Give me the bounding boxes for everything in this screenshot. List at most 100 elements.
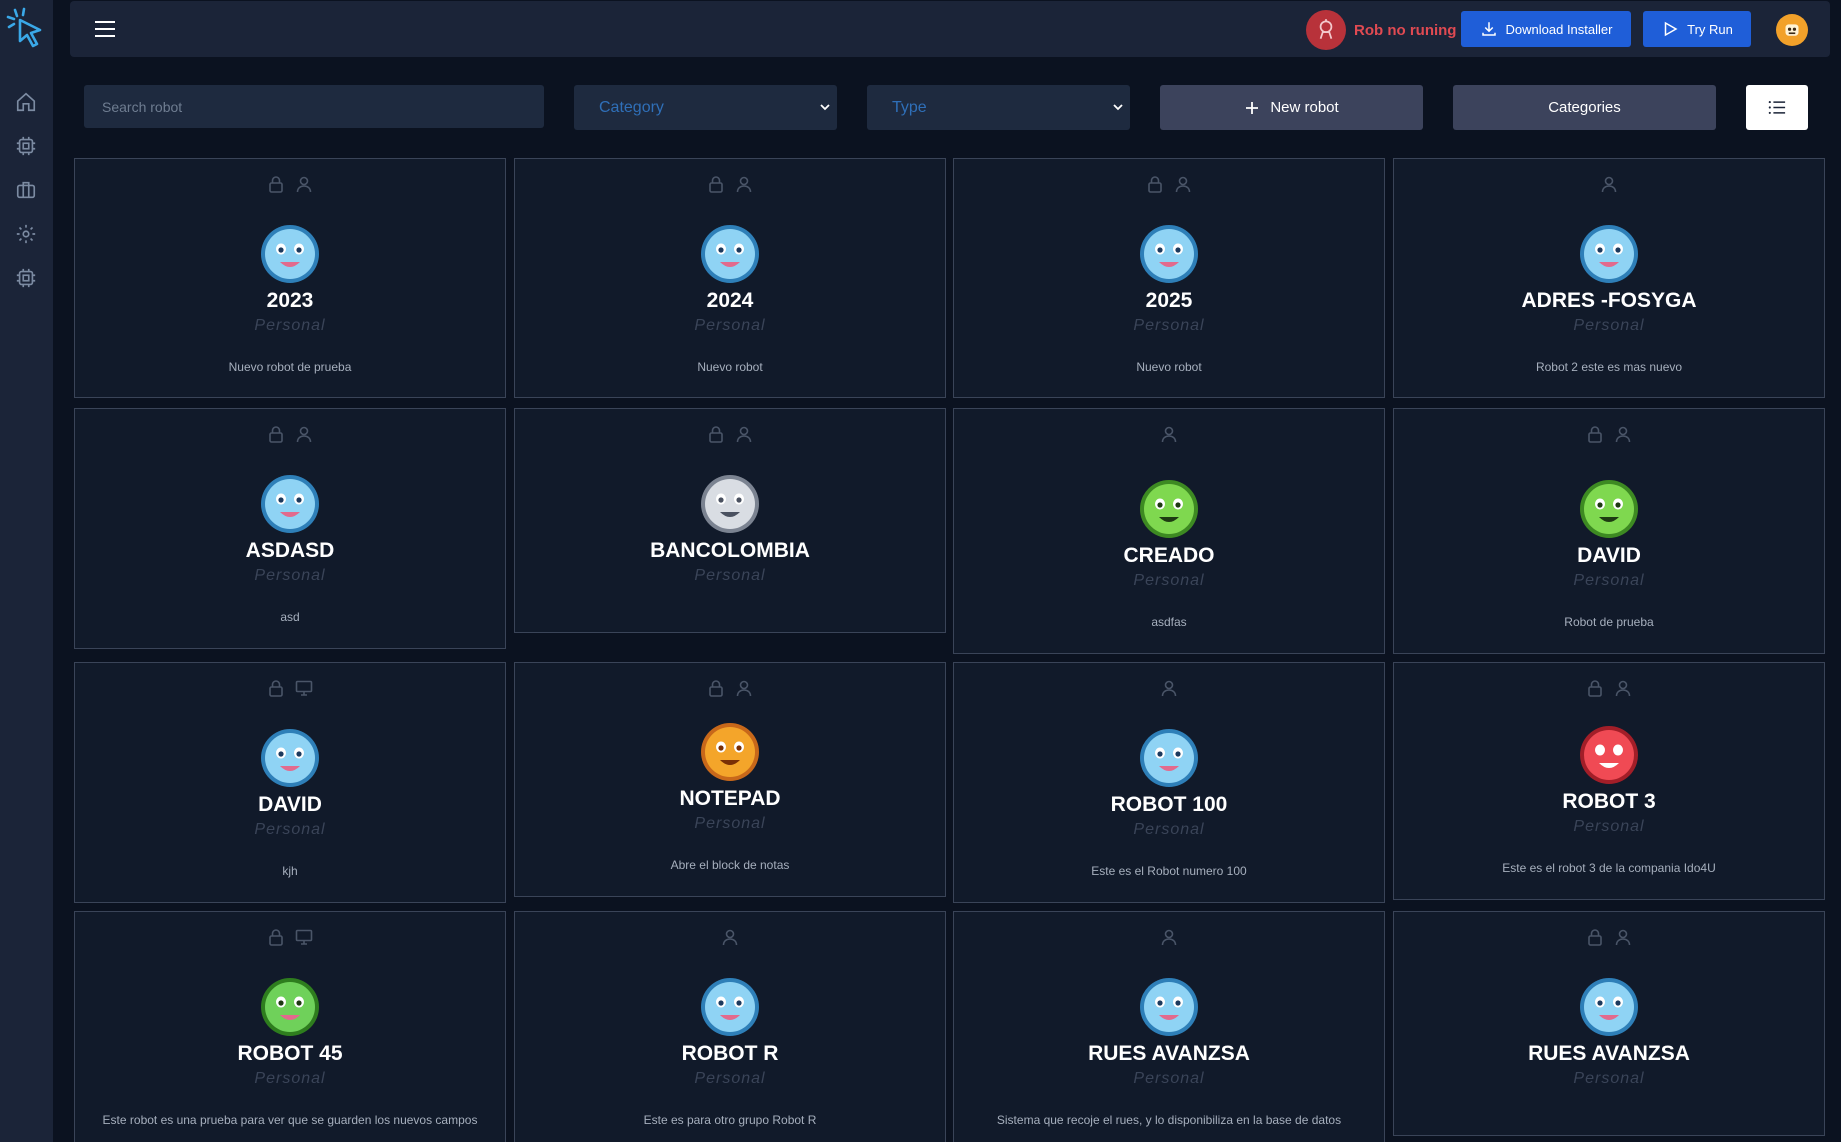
- robot-avatar: [1139, 479, 1199, 539]
- user-icon: [735, 679, 753, 702]
- sidebar: [0, 0, 53, 1142]
- robot-card[interactable]: 2024 Personal Nuevo robot: [514, 158, 946, 398]
- robot-name: ROBOT R: [681, 1042, 779, 1065]
- robot-card[interactable]: NOTEPAD Personal Abre el block de notas: [514, 662, 946, 897]
- chip-icon[interactable]: [14, 134, 38, 158]
- robot-card[interactable]: BANCOLOMBIA Personal: [514, 408, 946, 633]
- robot-description: Nuevo robot de prueba: [228, 360, 352, 374]
- user-icon: [1614, 425, 1632, 448]
- briefcase-icon[interactable]: [14, 178, 38, 202]
- robot-card[interactable]: CREADO Personal asdfas: [953, 408, 1385, 654]
- robot-type: Personal: [694, 567, 766, 584]
- robot-card[interactable]: ROBOT R Personal Este es para otro grupo R…: [514, 911, 946, 1142]
- robot-name: CREADO: [1123, 544, 1215, 567]
- robot-card[interactable]: ADRES -FOSYGA Personal Robot 2 este es mas…: [1393, 158, 1825, 398]
- robot-name: 2023: [266, 289, 314, 312]
- robot-name: BANCOLOMBIA: [650, 539, 810, 562]
- card-icons: [954, 425, 1384, 448]
- new-robot-button[interactable]: New robot: [1160, 85, 1423, 130]
- avatar[interactable]: [1776, 14, 1808, 46]
- robot-description: asdfas: [1151, 615, 1187, 629]
- robot-description: Nuevo robot: [1136, 360, 1202, 374]
- robot-card[interactable]: ROBOT 3 Personal Este es el robot 3 de la …: [1393, 662, 1825, 900]
- lock-icon: [1586, 679, 1604, 702]
- robot-card[interactable]: DAVID Personal Robot de prueba: [1393, 408, 1825, 654]
- list-view-button[interactable]: [1746, 85, 1808, 130]
- monitor-icon: [295, 679, 313, 702]
- robot-avatar: [260, 728, 320, 788]
- try-run-button[interactable]: Try Run: [1643, 11, 1751, 47]
- user-icon: [295, 425, 313, 448]
- robot-description: Nuevo robot: [697, 360, 763, 374]
- lock-icon: [1586, 425, 1604, 448]
- robot-type: Personal: [694, 815, 766, 832]
- categories-label: Categories: [1548, 99, 1621, 116]
- category-select-label: Category: [599, 98, 664, 116]
- robot-card[interactable]: 2023 Personal Nuevo robot de prueba: [74, 158, 506, 398]
- robot-card[interactable]: ROBOT 100 Personal Este es el Robot numero…: [953, 662, 1385, 903]
- card-icons: [75, 425, 505, 448]
- app-logo[interactable]: [6, 6, 48, 52]
- robot-card[interactable]: 2025 Personal Nuevo robot: [953, 158, 1385, 398]
- card-icons: [515, 425, 945, 448]
- user-icon: [1614, 928, 1632, 951]
- lock-icon: [1146, 175, 1164, 198]
- robot-type: Personal: [1573, 317, 1645, 334]
- card-icons: [515, 679, 945, 702]
- play-icon: [1664, 21, 1678, 37]
- category-select[interactable]: Category: [574, 85, 837, 130]
- robot-card[interactable]: ASDASD Personal asd: [74, 408, 506, 649]
- robot-card[interactable]: RUES AVANZSA Personal Sistema que recoje e…: [953, 911, 1385, 1142]
- user-icon: [735, 175, 753, 198]
- menu-icon[interactable]: [94, 19, 116, 39]
- robot-type: Personal: [1573, 572, 1645, 589]
- download-installer-button[interactable]: Download Installer: [1461, 11, 1631, 47]
- lock-icon: [1586, 928, 1604, 951]
- user-icon: [721, 928, 739, 951]
- type-select-label: Type: [892, 98, 927, 116]
- robot-type: Personal: [1133, 1070, 1205, 1087]
- robot-avatar: [1579, 977, 1639, 1037]
- robot-type: Personal: [1133, 317, 1205, 334]
- download-installer-label: Download Installer: [1505, 21, 1613, 37]
- card-icons: [1394, 175, 1824, 198]
- type-select[interactable]: Type: [867, 85, 1130, 130]
- robot-name: ASDASD: [245, 539, 335, 562]
- lock-icon: [707, 175, 725, 198]
- lock-icon: [707, 679, 725, 702]
- robot-name: RUES AVANZSA: [1528, 1042, 1690, 1065]
- robot-avatar: [700, 474, 760, 534]
- robot-type: Personal: [254, 1070, 326, 1087]
- gear-icon[interactable]: [14, 222, 38, 246]
- lock-icon: [267, 928, 285, 951]
- home-icon[interactable]: [14, 90, 38, 114]
- robot-avatar: [1139, 977, 1199, 1037]
- robot-description: asd: [280, 610, 300, 624]
- robot-avatar: [1579, 479, 1639, 539]
- card-icons: [1394, 679, 1824, 702]
- robot-avatar: [1579, 224, 1639, 284]
- chip-icon[interactable]: [14, 266, 38, 290]
- user-icon: [1600, 175, 1618, 198]
- list-icon: [1768, 101, 1786, 114]
- robot-name: ROBOT 3: [1562, 790, 1656, 813]
- search-input[interactable]: [84, 85, 544, 128]
- robot-card[interactable]: ROBOT 45 Personal Este robot es una prueba…: [74, 911, 506, 1142]
- user-icon: [1160, 425, 1178, 448]
- robot-card[interactable]: RUES AVANZSA Personal: [1393, 911, 1825, 1136]
- robot-type: Personal: [1133, 572, 1205, 589]
- robot-name: RUES AVANZSA: [1088, 1042, 1250, 1065]
- robot-type: Personal: [254, 317, 326, 334]
- robot-status: Rob no runing: [1306, 10, 1456, 50]
- plus-icon: [1246, 101, 1259, 114]
- card-icons: [75, 679, 505, 702]
- robot-card[interactable]: DAVID Personal kjh: [74, 662, 506, 903]
- lock-icon: [267, 679, 285, 702]
- categories-button[interactable]: Categories: [1453, 85, 1716, 130]
- topbar: Rob no runing Download Installer Try Run: [70, 1, 1830, 57]
- new-robot-label: New robot: [1270, 99, 1339, 116]
- user-icon: [1614, 679, 1632, 702]
- try-run-label: Try Run: [1687, 21, 1733, 37]
- robot-type: Personal: [1573, 1070, 1645, 1087]
- robot-name: ROBOT 45: [237, 1042, 343, 1065]
